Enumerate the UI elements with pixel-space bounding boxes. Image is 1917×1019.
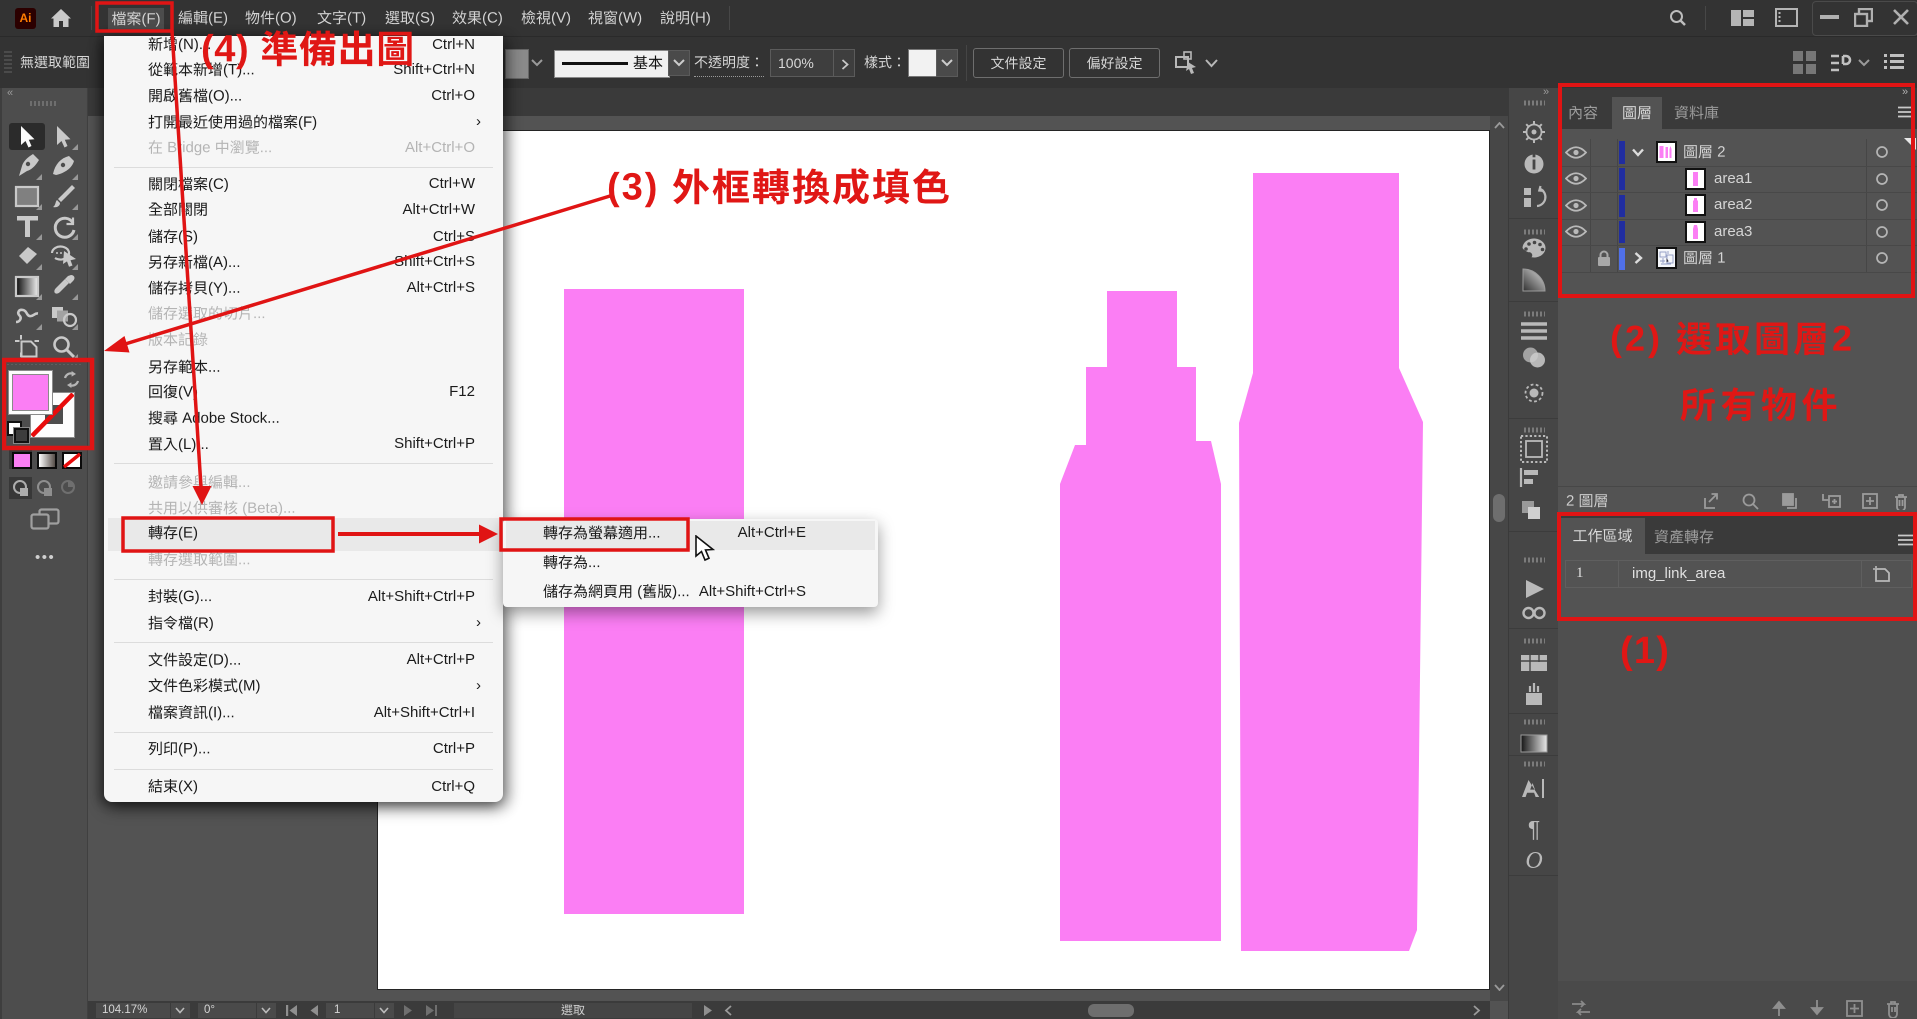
svg-text:¶: ¶: [1528, 816, 1540, 842]
svg-text:O: O: [1525, 848, 1542, 874]
